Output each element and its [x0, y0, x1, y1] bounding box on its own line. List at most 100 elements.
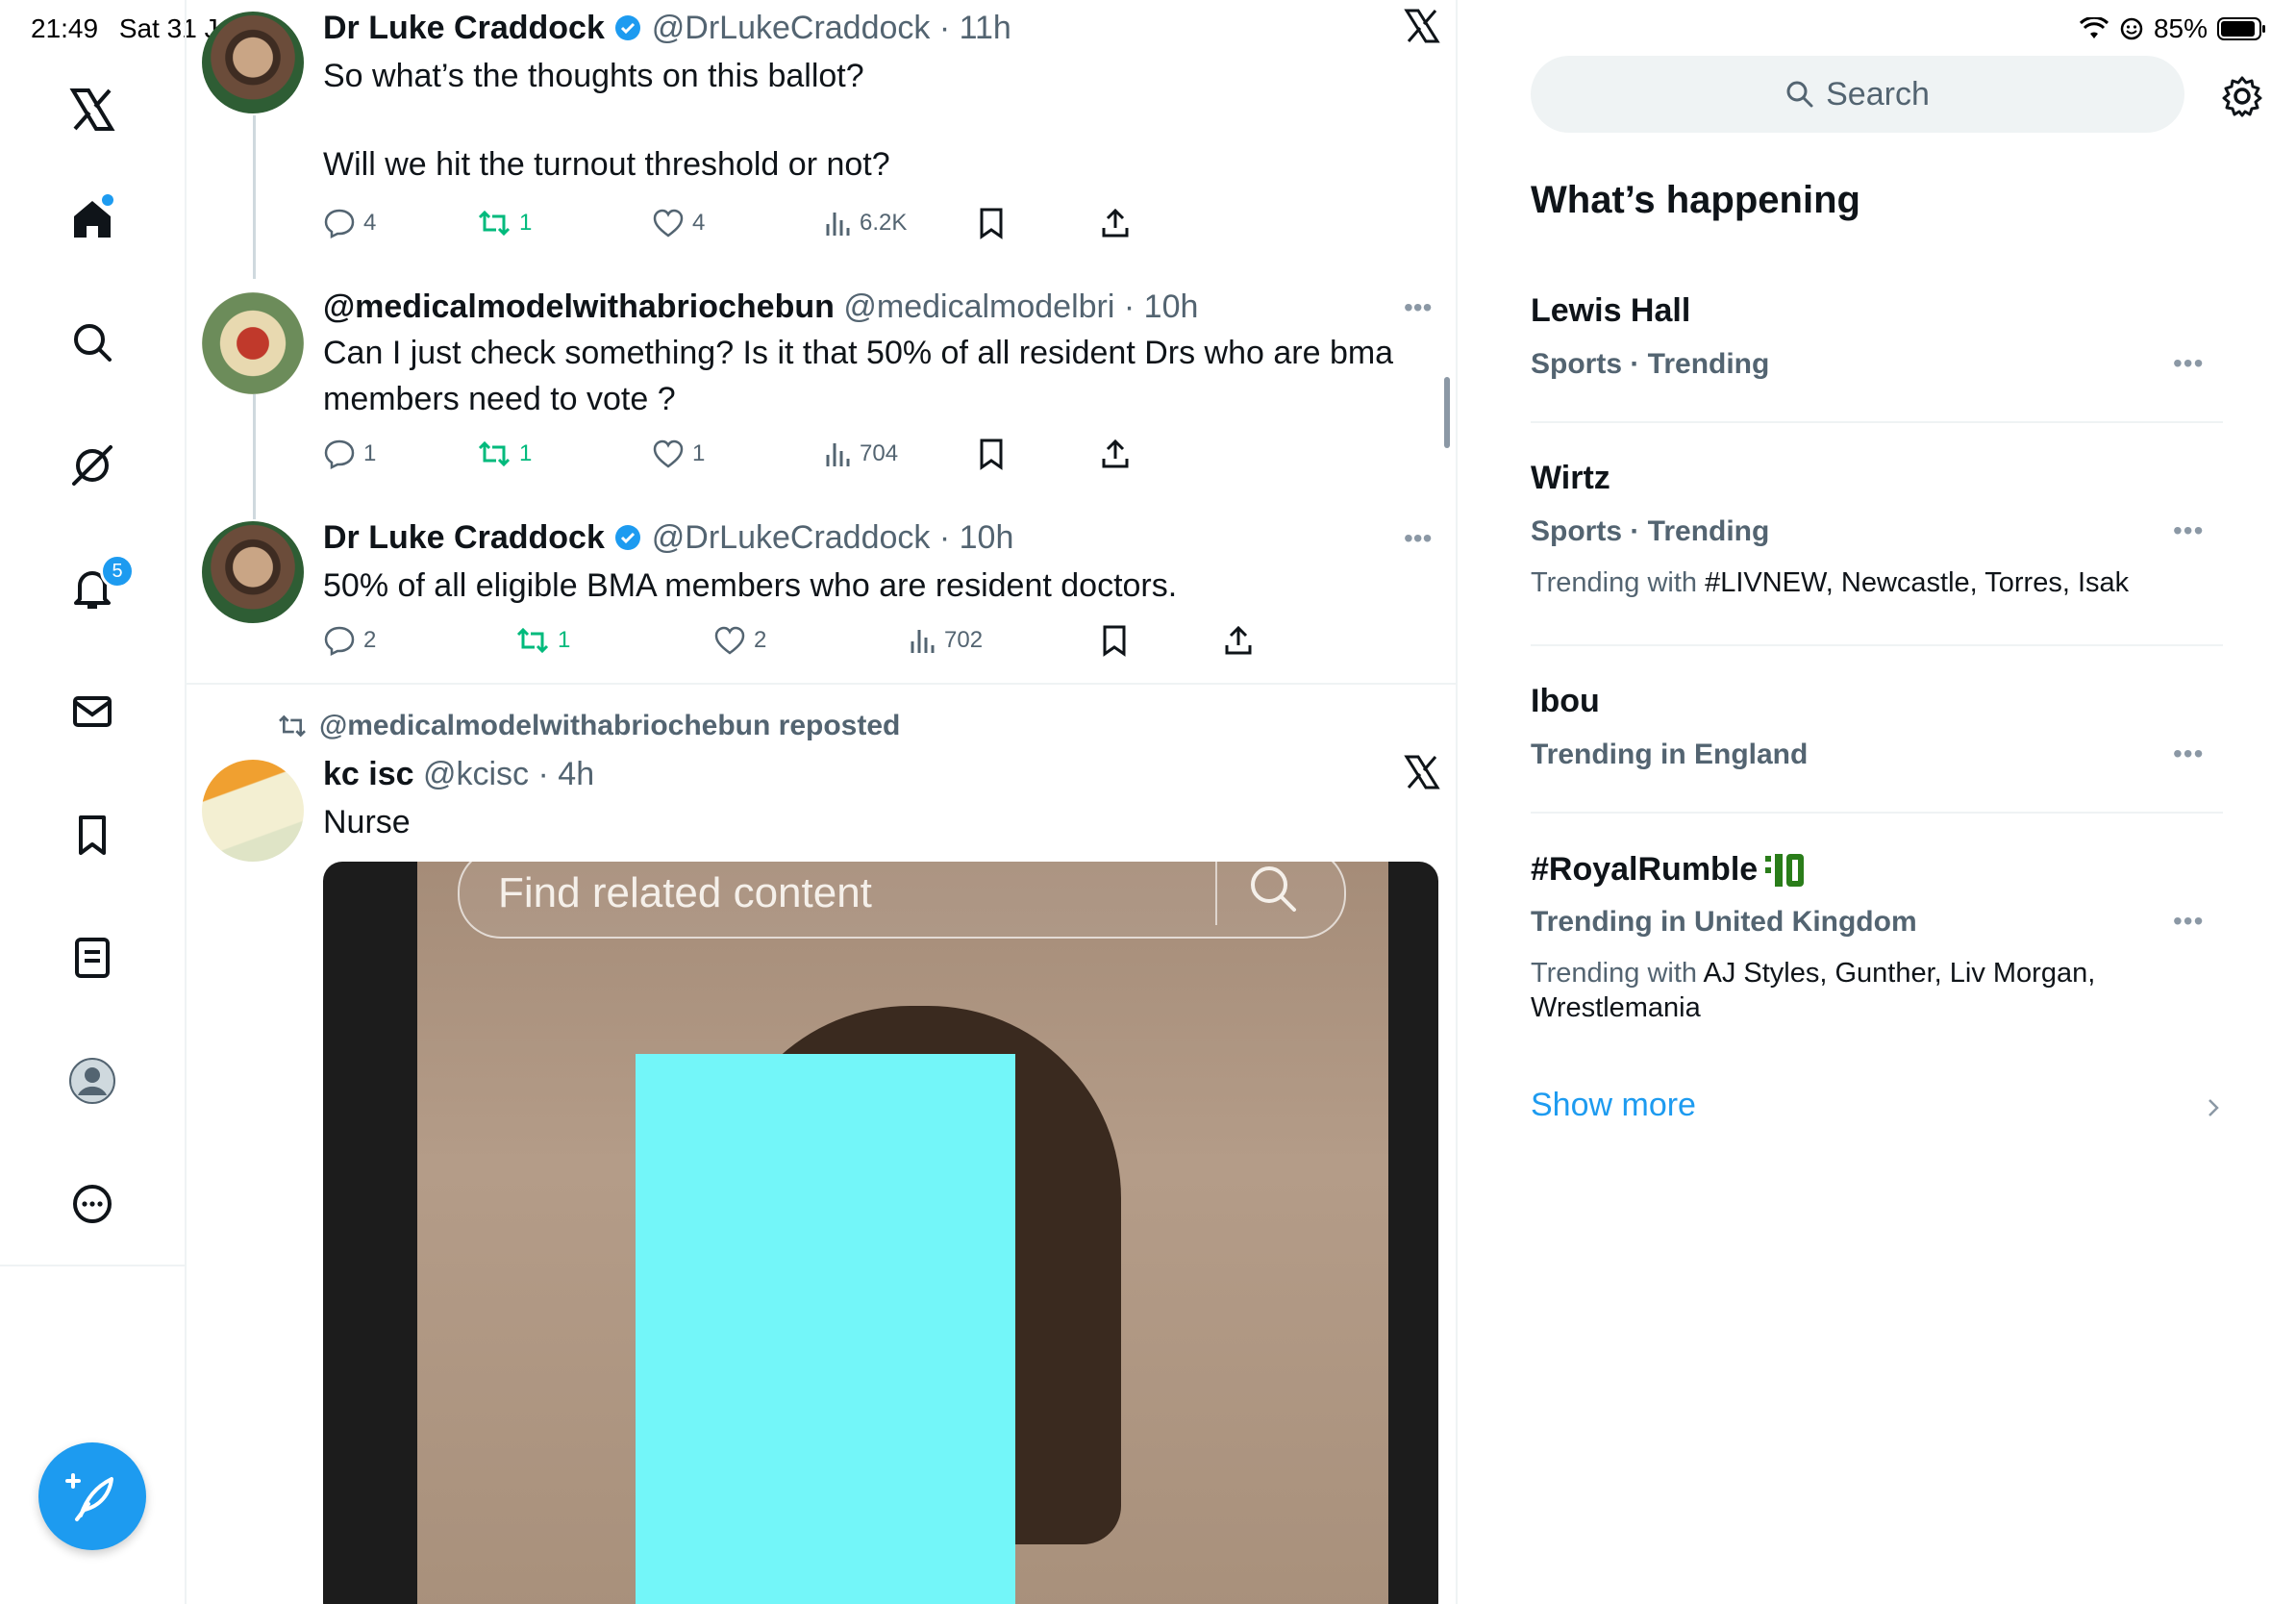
- reply-button[interactable]: 1: [323, 438, 376, 470]
- views-button[interactable]: 6.2K: [823, 209, 907, 238]
- bookmark-button[interactable]: [977, 438, 1006, 470]
- share-button[interactable]: [1223, 624, 1254, 657]
- author-avatar[interactable]: [202, 292, 304, 394]
- search-input[interactable]: Search: [1531, 56, 2184, 133]
- reply-count: 4: [363, 210, 377, 236]
- nav-home[interactable]: [56, 183, 129, 256]
- more-options-icon[interactable]: •••: [1404, 523, 1432, 554]
- nav-profile[interactable]: [56, 1044, 129, 1117]
- nav-more[interactable]: [56, 1167, 129, 1241]
- x-logo-button[interactable]: [56, 73, 129, 146]
- author-name[interactable]: @medicalmodelwithabriochebun: [323, 288, 835, 325]
- tweet-text: members need to vote ?: [323, 381, 676, 417]
- tweet-time[interactable]: 10h: [960, 519, 1014, 556]
- repost-icon: [515, 626, 550, 655]
- trend-item[interactable]: Wirtz Sports · Trending ••• Trending wit…: [1458, 446, 2296, 644]
- trend-title: Ibou: [1531, 683, 1600, 719]
- views-chart-icon: [823, 439, 852, 468]
- nav-lists[interactable]: [56, 921, 129, 994]
- author-handle[interactable]: @DrLukeCraddock: [652, 519, 931, 556]
- tweet-time[interactable]: 10h: [1144, 288, 1199, 325]
- find-related-content-label: Find related content: [498, 869, 872, 916]
- show-more-label: Show more: [1531, 1087, 1696, 1123]
- trend-item[interactable]: Lewis Hall Sports · Trending •••: [1458, 279, 2296, 421]
- tweet-media[interactable]: Find related content: [323, 862, 1438, 1604]
- trend-more-icon[interactable]: •••: [2173, 906, 2204, 937]
- notifications-badge: 5: [100, 554, 135, 589]
- show-more-link[interactable]: Show more: [1458, 1087, 2296, 1144]
- tweet-time[interactable]: 11h: [960, 10, 1011, 46]
- views-button[interactable]: 704: [823, 439, 898, 468]
- author-handle[interactable]: @kcisc: [423, 756, 529, 792]
- share-icon: [1100, 438, 1131, 470]
- verified-badge-icon: [613, 13, 642, 42]
- trend-item[interactable]: #RoyalRumble Trending in United Kingdom …: [1458, 837, 2296, 1058]
- feather-plus-icon: [65, 1469, 119, 1523]
- like-button[interactable]: 1: [652, 439, 705, 469]
- trend-with-label: Trending with: [1531, 567, 1698, 598]
- heart-icon: [652, 208, 685, 238]
- tweet[interactable]: @medicalmodelwithabriochebun reposted kc…: [185, 685, 1456, 1604]
- trend-meta: Trending in England: [1531, 739, 1809, 770]
- nav-explore[interactable]: [56, 306, 129, 379]
- reply-button[interactable]: 4: [323, 207, 376, 239]
- find-related-content-bar[interactable]: Find related content: [458, 862, 1346, 939]
- bookmark-button[interactable]: [1100, 624, 1129, 657]
- trend-meta: Sports · Trending: [1531, 348, 1770, 380]
- repost-button[interactable]: 1: [515, 626, 570, 655]
- trend-item[interactable]: Ibou Trending in England •••: [1458, 669, 2296, 812]
- feed-scrollbar[interactable]: [1444, 377, 1450, 448]
- repost-note[interactable]: @medicalmodelwithabriochebun reposted: [319, 710, 900, 742]
- trend-meta: Trending in United Kingdom: [1531, 906, 1917, 938]
- compose-post-button[interactable]: [38, 1442, 146, 1550]
- nav-grok[interactable]: [56, 429, 129, 502]
- like-button[interactable]: 2: [713, 625, 766, 656]
- reply-icon: [323, 438, 356, 470]
- x-close-icon[interactable]: [1404, 754, 1440, 790]
- like-count: 1: [692, 440, 706, 466]
- repost-count: 1: [558, 627, 571, 653]
- author-handle[interactable]: @DrLukeCraddock: [652, 10, 931, 46]
- trend-more-icon[interactable]: •••: [2173, 515, 2204, 546]
- author-avatar[interactable]: [202, 760, 304, 862]
- more-options-icon[interactable]: •••: [1404, 292, 1432, 323]
- nav-notifications[interactable]: 5: [56, 552, 135, 625]
- author-avatar[interactable]: [202, 521, 304, 623]
- nav-bookmarks[interactable]: [56, 798, 129, 871]
- views-count: 6.2K: [860, 210, 908, 236]
- settings-gear-icon[interactable]: [2221, 75, 2263, 117]
- x-close-icon[interactable]: [1404, 8, 1440, 44]
- whats-happening-heading: What’s happening: [1531, 179, 1860, 221]
- views-button[interactable]: 702: [908, 626, 983, 655]
- trend-with-items-continued: Wrestlemania: [1531, 992, 1701, 1023]
- repost-icon: [277, 714, 308, 739]
- repost-button[interactable]: 1: [477, 209, 532, 238]
- author-name[interactable]: Dr Luke Craddock: [323, 519, 605, 556]
- trend-more-icon[interactable]: •••: [2173, 739, 2204, 769]
- like-button[interactable]: 4: [652, 208, 705, 238]
- x-logo-icon: [69, 87, 115, 133]
- trend-more-icon[interactable]: •••: [2173, 348, 2204, 379]
- author-handle[interactable]: @medicalmodelbri: [843, 288, 1114, 325]
- bookmark-button[interactable]: [977, 207, 1006, 239]
- tweet[interactable]: Dr Luke Craddock @DrLukeCraddock · 10h •…: [185, 510, 1456, 685]
- tweet-actions: 4 1 4 6.2K: [323, 204, 1285, 242]
- tweet[interactable]: @medicalmodelwithabriochebun @medicalmod…: [185, 269, 1456, 510]
- redaction-box: [636, 1054, 1015, 1604]
- trend-divider: [1531, 421, 2223, 423]
- share-button[interactable]: [1100, 207, 1131, 239]
- reply-button[interactable]: 2: [323, 624, 376, 657]
- tweet[interactable]: Dr Luke Craddock @DrLukeCraddock · 11h S…: [185, 0, 1456, 269]
- repost-icon: [477, 209, 512, 238]
- repost-button[interactable]: 1: [477, 439, 532, 468]
- trend-with-items: #LIVNEW, Newcastle, Torres, Isak: [1705, 567, 2130, 598]
- share-button[interactable]: [1100, 438, 1131, 470]
- author-name[interactable]: Dr Luke Craddock: [323, 10, 605, 46]
- author-name[interactable]: kc isc: [323, 756, 414, 792]
- tweet-text: Will we hit the turnout threshold or not…: [323, 146, 890, 183]
- tweet-time[interactable]: 4h: [558, 756, 594, 792]
- reply-count: 1: [363, 440, 377, 466]
- nav-messages[interactable]: [56, 675, 129, 748]
- author-avatar[interactable]: [202, 12, 304, 113]
- search-icon[interactable]: [1246, 862, 1300, 915]
